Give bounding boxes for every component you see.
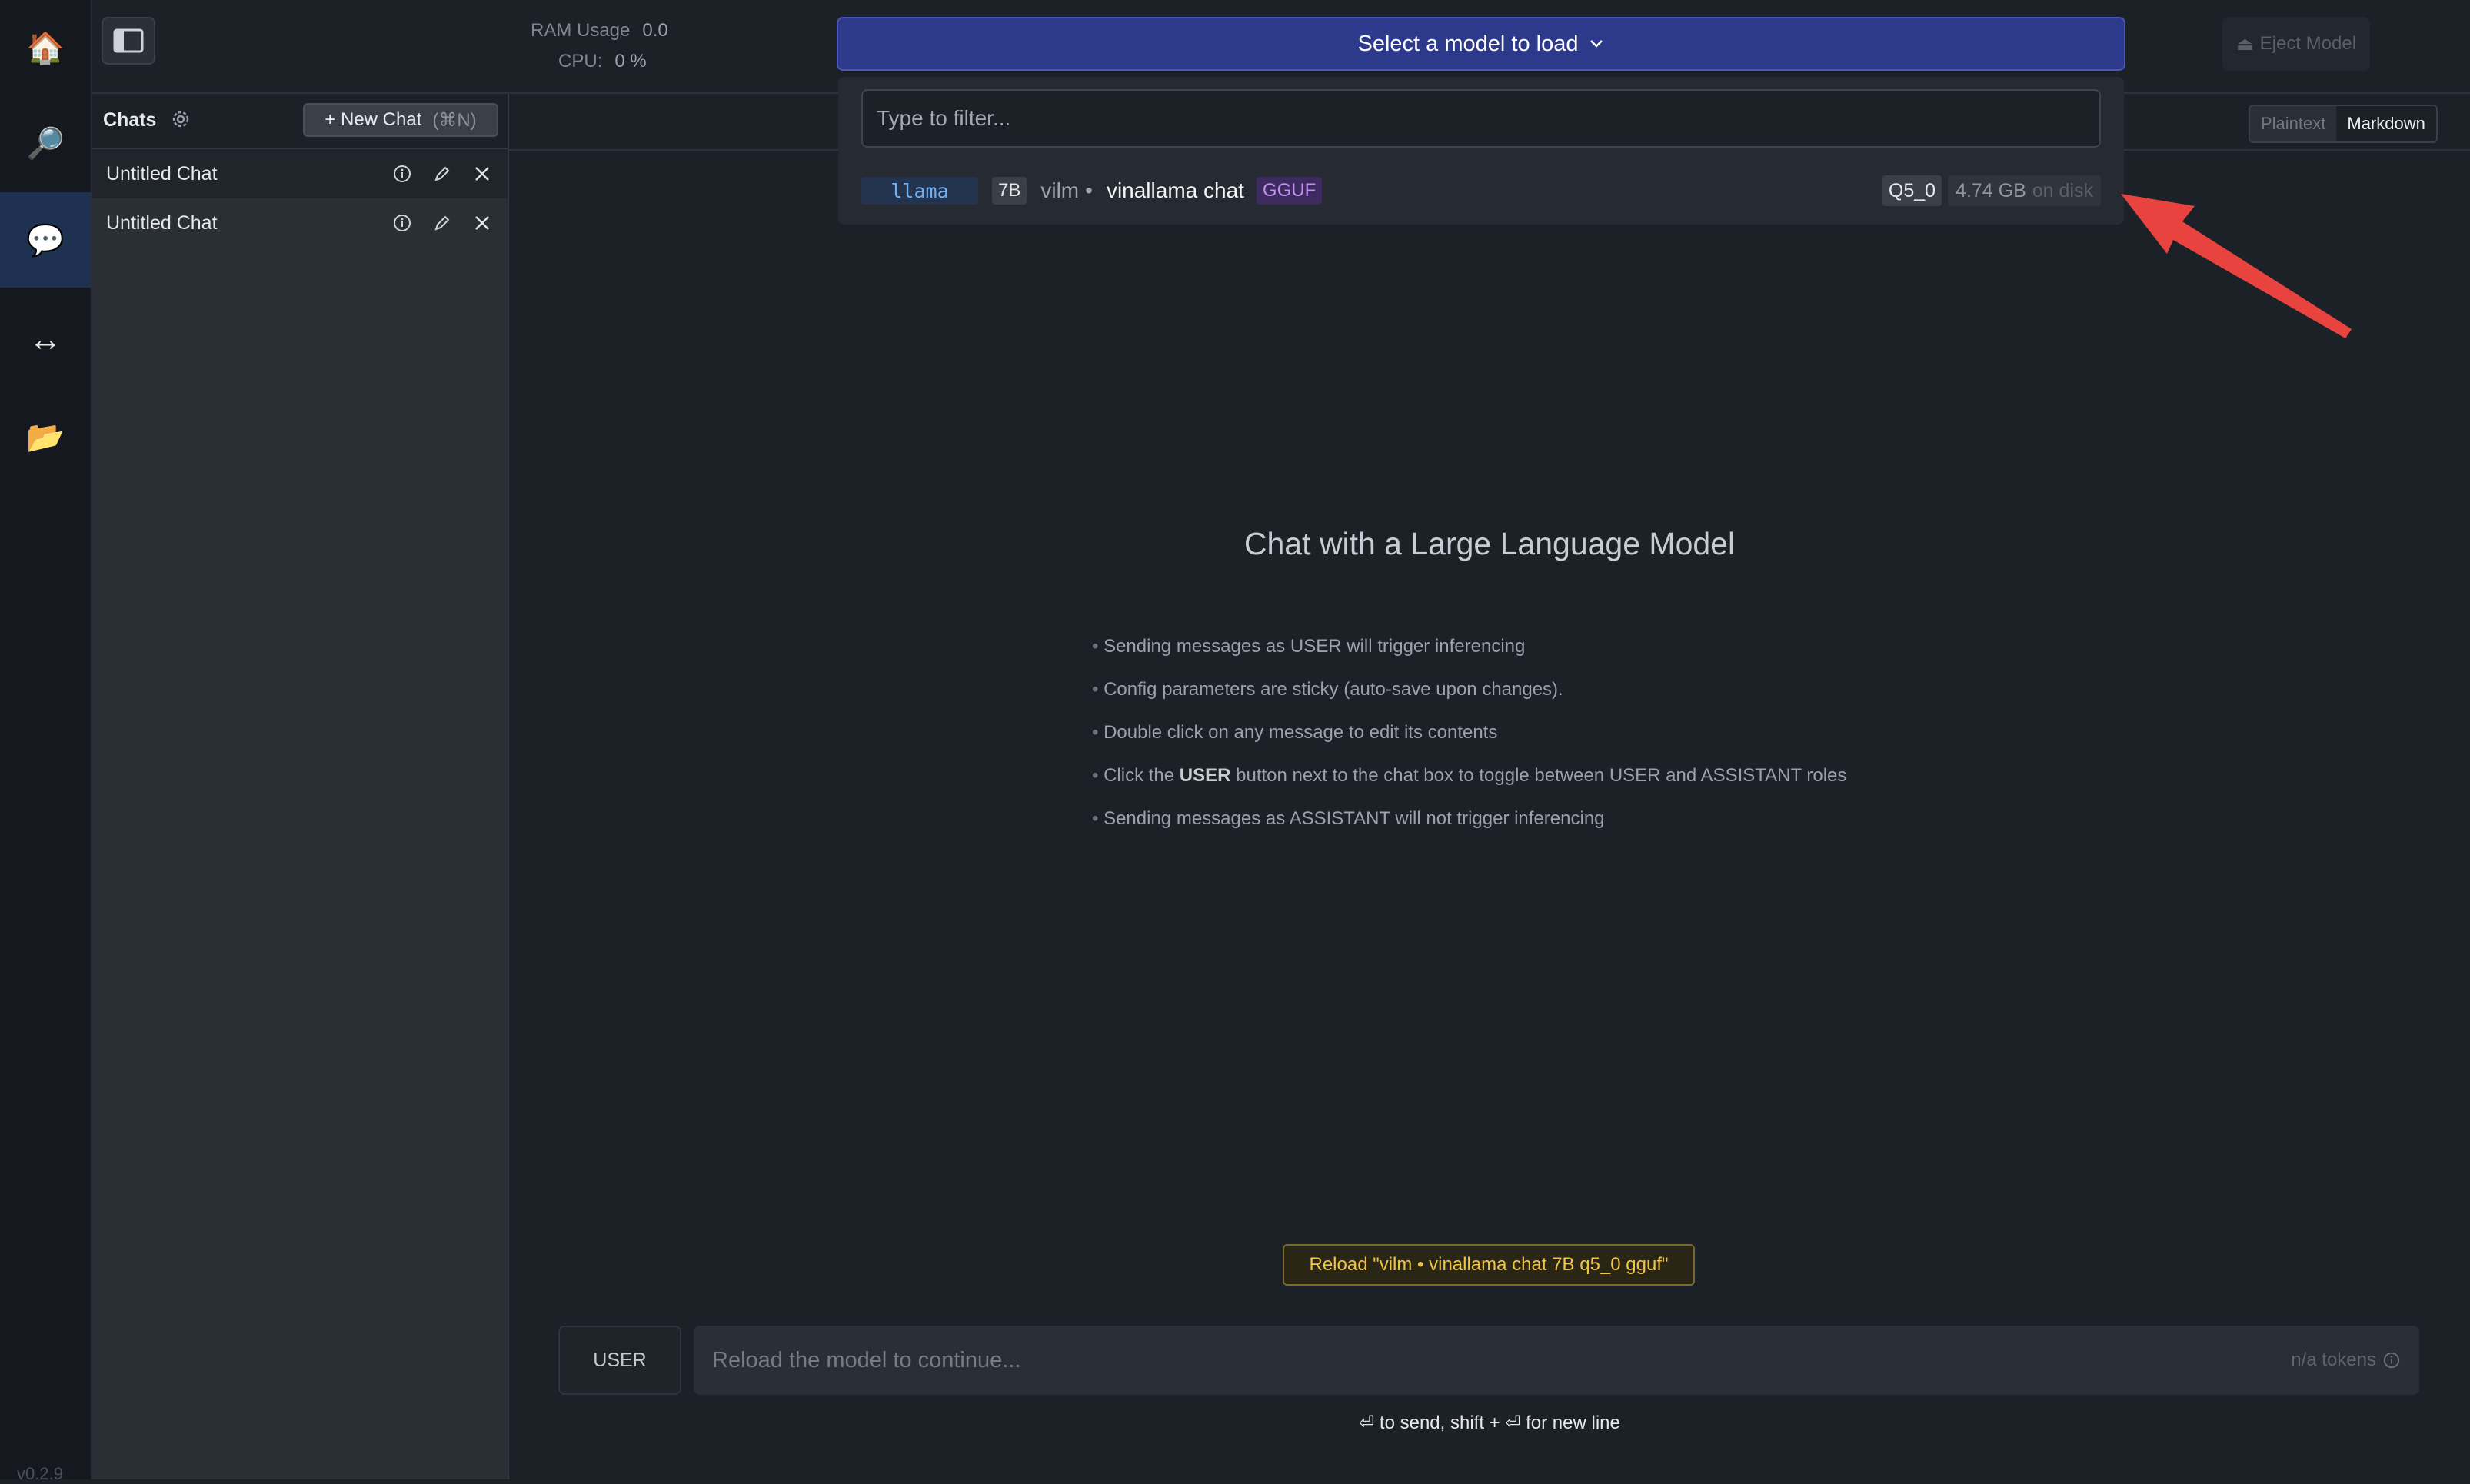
sidebar-toggle-button[interactable]	[102, 17, 155, 65]
model-name: vinallama chat	[1106, 178, 1244, 202]
tip-item: Sending messages as USER will trigger in…	[1092, 631, 1846, 674]
token-count: n/a tokens	[2291, 1326, 2401, 1395]
gear-icon[interactable]	[169, 108, 192, 131]
folder-icon: 📂	[26, 420, 65, 454]
tip-item: Double click on any message to edit its …	[1092, 717, 1846, 760]
info-icon[interactable]	[391, 211, 414, 235]
model-separator: •	[1085, 178, 1093, 202]
chat-title: Untitled Chat	[106, 211, 218, 234]
nav-home[interactable]: 🏠	[0, 0, 91, 95]
arch-badge: llama	[861, 177, 978, 205]
plaintext-toggle[interactable]: Plaintext	[2250, 106, 2337, 141]
chats-header: Chats + New Chat (⌘N)	[92, 94, 508, 149]
disk-suffix: on disk	[2032, 179, 2093, 201]
left-right-arrow-icon: ↔	[28, 321, 62, 358]
quant-badge: Q5_0	[1882, 175, 1942, 206]
info-icon[interactable]	[391, 162, 414, 185]
reload-model-button[interactable]: Reload "vilm • vinallama chat 7B q5_0 gg…	[1283, 1244, 1695, 1286]
chevron-down-icon	[1590, 40, 1603, 48]
tip-item: Click the USER button next to the chat b…	[1092, 760, 1846, 803]
tip-text: button next to the chat box to toggle be…	[1230, 765, 1847, 786]
markdown-toggle[interactable]: Markdown	[2336, 106, 2436, 141]
info-icon[interactable]	[2382, 1351, 2401, 1369]
new-chat-shortcut: (⌘N)	[432, 109, 477, 131]
eject-label: Eject Model	[2259, 33, 2357, 54]
edit-icon[interactable]	[431, 162, 454, 185]
model-filter-input[interactable]: Type to filter...	[861, 89, 2101, 148]
chat-input[interactable]: Reload the model to continue... n/a toke…	[694, 1326, 2419, 1395]
role-toggle-button[interactable]: USER	[558, 1326, 681, 1395]
ram-value: 0.0	[642, 20, 668, 41]
empty-state-title: Chat with a Large Language Model	[1243, 526, 1736, 561]
eject-icon: ⏏	[2235, 33, 2254, 55]
filter-placeholder: Type to filter...	[877, 106, 1011, 130]
model-meta: Q5_0 4.74 GB on disk	[1882, 175, 2101, 206]
speech-bubble-icon: 💬	[26, 223, 65, 258]
token-count-label: n/a tokens	[2291, 1349, 2376, 1370]
cpu-value: 0 %	[614, 51, 647, 72]
new-chat-button[interactable]: + New Chat (⌘N)	[303, 103, 498, 137]
nav-server[interactable]: ↔	[0, 292, 91, 388]
close-icon[interactable]	[471, 162, 494, 185]
edit-icon[interactable]	[431, 211, 454, 235]
tip-text: Click the	[1104, 765, 1180, 786]
sidebar-icon	[113, 28, 144, 53]
chats-title: Chats	[103, 109, 157, 131]
cpu-label: CPU:	[558, 51, 603, 72]
app-version: v0.2.9	[17, 1464, 63, 1483]
send-hint: ⏎ to send, shift + ⏎ for new line	[1359, 1412, 1620, 1433]
model-dropdown: Type to filter... llama 7B vilm • vinall…	[838, 77, 2124, 225]
model-select-label: Select a model to load	[1357, 31, 1579, 56]
model-option[interactable]: llama 7B vilm • vinallama chat GGUF Q5_0…	[861, 169, 2101, 212]
magnifier-icon: 🔎	[26, 126, 65, 161]
disk-size: 4.74 GB	[1956, 179, 2026, 201]
tip-item: Config parameters are sticky (auto-save …	[1092, 674, 1846, 717]
model-author: vilm	[1040, 178, 1080, 202]
annotation-arrow-icon	[2121, 194, 2352, 338]
disk-size-badge: 4.74 GB on disk	[1948, 175, 2101, 206]
chats-panel: Chats + New Chat (⌘N) Untitled Chat Unti…	[92, 94, 509, 1479]
tip-item: Sending messages as ASSISTANT will not t…	[1092, 803, 1846, 846]
chat-list-item[interactable]: Untitled Chat	[92, 198, 508, 248]
resource-stats: RAM Usage 0.0 CPU: 0 %	[531, 15, 668, 77]
new-chat-label: + New Chat	[325, 109, 422, 130]
eject-model-button[interactable]: ⏏ Eject Model	[2222, 17, 2370, 71]
house-icon: 🏠	[26, 31, 65, 65]
nav-search[interactable]: 🔎	[0, 95, 91, 191]
nav-my-models[interactable]: 📂	[0, 389, 91, 484]
chat-list-item[interactable]: Untitled Chat	[92, 149, 508, 198]
nav-rail: 🏠 🔎 💬 ↔ 📂 v0.2.9	[0, 0, 92, 1483]
nav-chat[interactable]: 💬	[0, 192, 91, 288]
size-badge: 7B	[992, 177, 1027, 205]
tip-strong-text: USER	[1179, 765, 1231, 786]
model-select-button[interactable]: Select a model to load	[837, 17, 2125, 71]
format-badge: GGUF	[1256, 177, 1323, 205]
tips-list: Sending messages as USER will trigger in…	[1092, 631, 1846, 846]
close-icon[interactable]	[471, 211, 494, 235]
ram-label: RAM Usage	[531, 20, 631, 41]
format-toggle: Plaintext Markdown	[2249, 105, 2438, 143]
chat-input-placeholder: Reload the model to continue...	[712, 1347, 1021, 1373]
chat-title: Untitled Chat	[106, 162, 218, 185]
